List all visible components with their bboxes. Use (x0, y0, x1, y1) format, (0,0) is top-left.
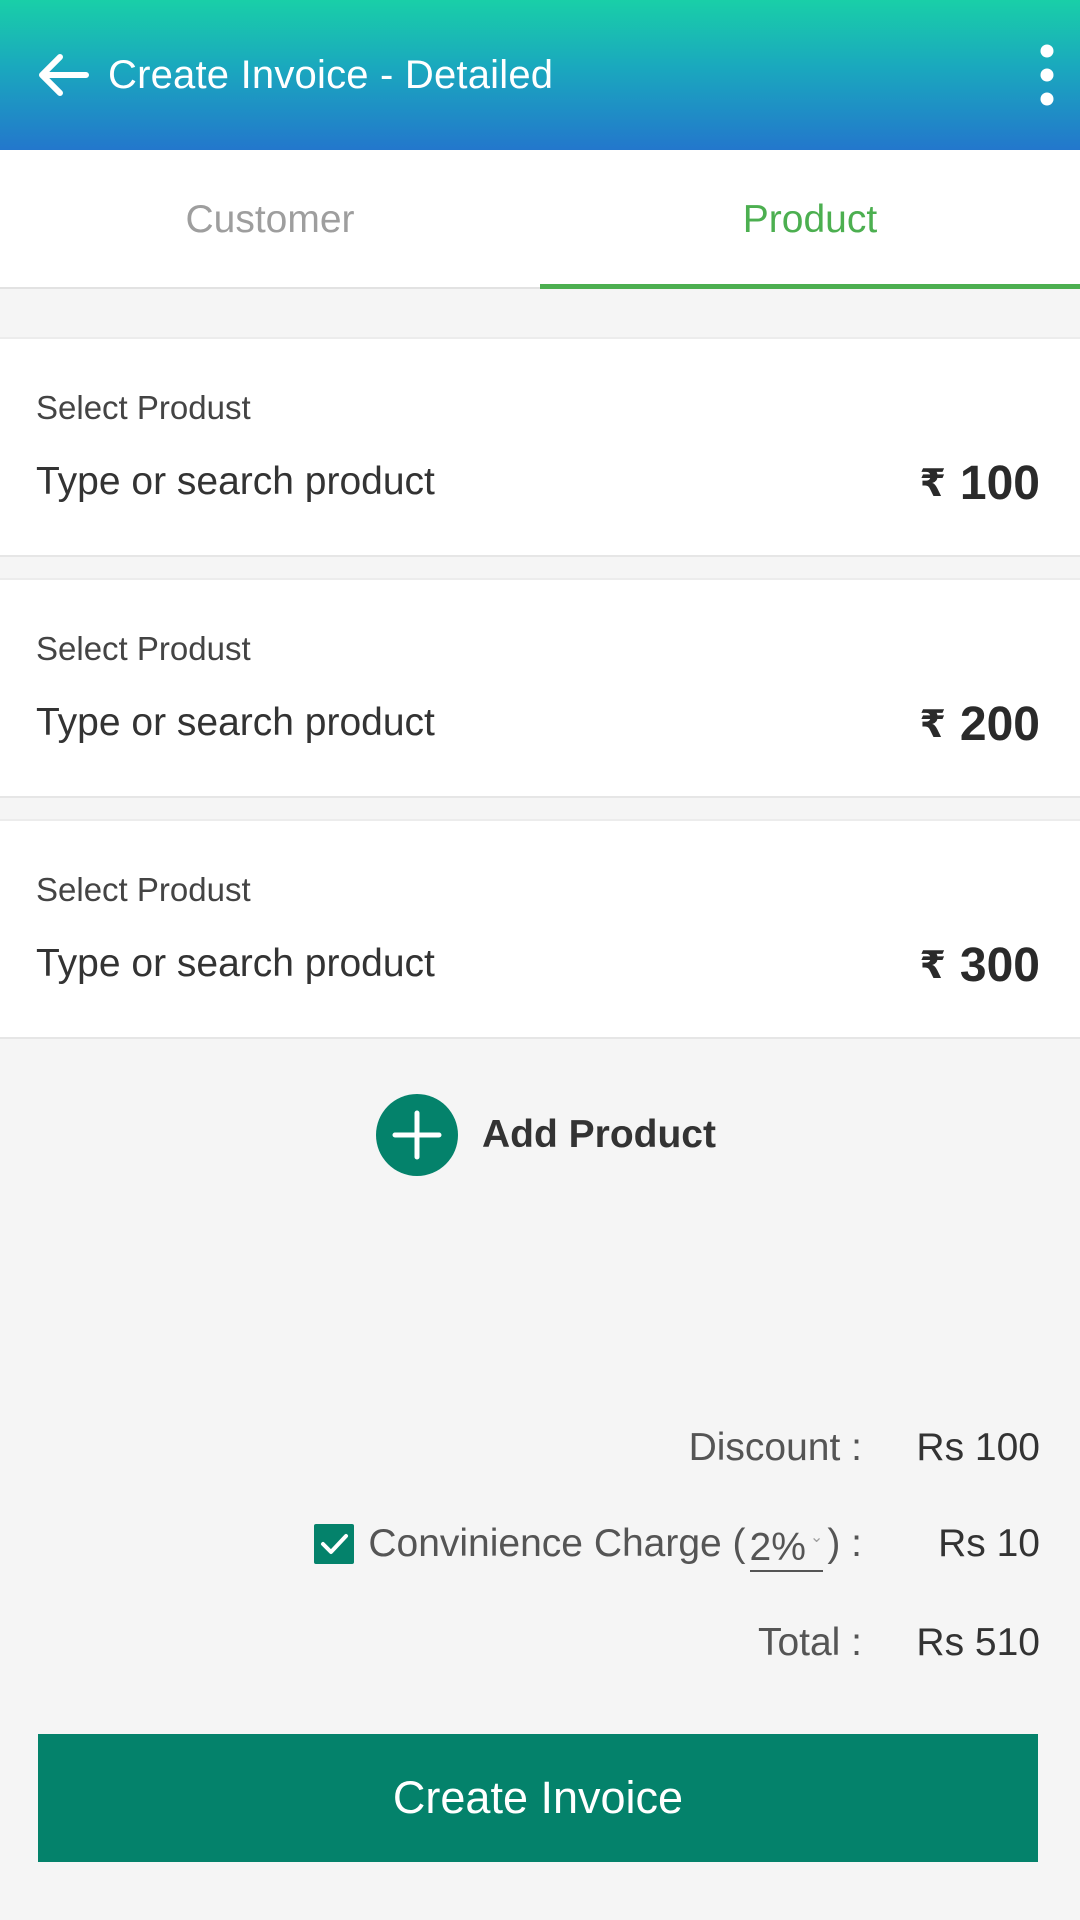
convenience-checkbox[interactable] (314, 1524, 355, 1564)
add-circle-icon (376, 1094, 458, 1176)
product-search-input[interactable] (36, 457, 596, 507)
price-value: 100 (959, 456, 1040, 510)
product-search-input[interactable] (36, 939, 596, 989)
tab-bar: Customer Product (0, 150, 1080, 289)
product-card: Select Produst ₹ 300 (0, 819, 1080, 1039)
add-product-button[interactable]: Add Product (376, 1093, 716, 1177)
convenience-charge-label: Convinience Charge ( 2% ⌄ ) : (314, 1514, 862, 1574)
active-tab-indicator (540, 284, 1080, 289)
page-title: Create Invoice - Detailed (108, 53, 554, 97)
convenience-prefix: Convinience Charge ( (368, 1522, 746, 1565)
product-card: Select Produst ₹ 200 (0, 578, 1080, 798)
discount-row: Discount : Rs 100 (0, 1418, 1080, 1478)
add-product-label: Add Product (482, 1113, 716, 1156)
convenience-value: Rs 10 (938, 1522, 1040, 1565)
product-search-input[interactable] (36, 698, 596, 748)
back-button[interactable] (24, 35, 104, 115)
app-bar: Create Invoice - Detailed (0, 0, 1080, 150)
convenience-suffix: ) : (827, 1522, 862, 1565)
percent-dropdown[interactable]: 2% ⌄ (749, 1516, 824, 1572)
tab-customer[interactable]: Customer (0, 150, 540, 289)
percent-value: 2% (749, 1526, 806, 1569)
arrow-left-icon (39, 54, 89, 96)
discount-value: Rs 100 (916, 1426, 1040, 1469)
chevron-down-icon: ⌄ (809, 1529, 824, 1546)
price-value: 200 (959, 697, 1040, 751)
more-options-button[interactable] (1022, 35, 1072, 115)
product-price: ₹ 200 (919, 694, 1040, 754)
product-card: Select Produst ₹ 100 (0, 337, 1080, 557)
create-invoice-button[interactable]: Create Invoice (38, 1734, 1038, 1862)
total-label: Total : (757, 1621, 862, 1664)
tab-product[interactable]: Product (540, 150, 1080, 289)
product-price: ₹ 300 (919, 935, 1040, 995)
price-value: 300 (959, 938, 1040, 992)
product-price: ₹ 100 (919, 453, 1040, 513)
discount-label: Discount : (688, 1426, 862, 1469)
more-vert-icon (1040, 44, 1054, 106)
total-row: Total : Rs 510 (0, 1613, 1080, 1673)
convenience-charge-row: Convinience Charge ( 2% ⌄ ) : Rs 10 (0, 1514, 1080, 1574)
app-root: Create Invoice - Detailed Customer Produ… (0, 0, 1080, 1920)
rupee-symbol: ₹ (919, 944, 946, 987)
rupee-symbol: ₹ (919, 462, 946, 505)
select-product-label: Select Produst (36, 871, 251, 908)
total-value: Rs 510 (916, 1621, 1040, 1664)
select-product-label: Select Produst (36, 630, 251, 667)
select-product-label: Select Produst (36, 389, 251, 426)
rupee-symbol: ₹ (919, 703, 946, 746)
